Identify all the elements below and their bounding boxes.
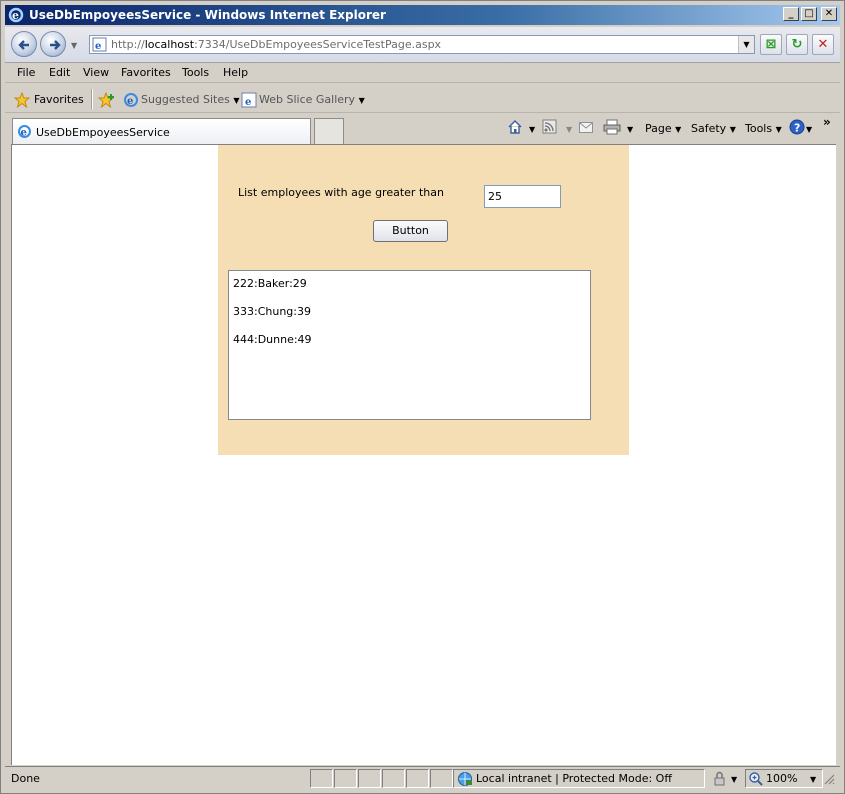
web-slice-icon: e — [241, 92, 257, 108]
menu-tools[interactable]: Tools — [182, 66, 209, 79]
forward-button[interactable] — [40, 31, 66, 57]
svg-text:e: e — [12, 9, 19, 22]
age-input[interactable] — [484, 185, 561, 208]
page-icon: e — [92, 37, 107, 52]
tab-label: UseDbEmpoyeesService — [36, 126, 170, 139]
popup-blocker-icon[interactable] — [711, 771, 727, 787]
favorites-bar: Favorites e Suggested Sites ▼ e Web Slic… — [5, 85, 840, 113]
menu-edit[interactable]: Edit — [49, 66, 70, 79]
menu-view[interactable]: View — [83, 66, 109, 79]
menu-help[interactable]: Help — [223, 66, 248, 79]
status-pane — [430, 769, 453, 788]
chevron-more-icon[interactable]: » — [823, 115, 831, 129]
favorites-separator — [91, 89, 93, 109]
zoom-dropdown-icon[interactable]: ▼ — [810, 775, 816, 784]
status-pane — [334, 769, 357, 788]
address-dropdown-icon[interactable]: ▼ — [738, 36, 754, 53]
tab-ie-icon: e — [18, 125, 31, 139]
tab-row: e UseDbEmpoyeesService ▼ ▼ ▼ Page ▼ Safe… — [5, 114, 840, 144]
feeds-dropdown-icon[interactable]: ▼ — [566, 125, 572, 134]
favorites-star-icon — [14, 92, 30, 108]
security-zone-text: Local intranet | Protected Mode: Off — [476, 772, 672, 785]
stop-icon[interactable]: ✕ — [812, 34, 834, 55]
status-bar: Done Local intranet | Protected Mode: Of… — [5, 766, 840, 790]
status-pane — [382, 769, 405, 788]
maximize-button[interactable]: □ — [801, 7, 817, 21]
svg-text:e: e — [127, 96, 133, 107]
menu-bar: File Edit View Favorites Tools Help — [5, 63, 840, 83]
page-viewport: List employees with age greater than But… — [11, 144, 836, 765]
home-dropdown-icon[interactable]: ▼ — [529, 125, 535, 134]
address-url: http://localhost:7334/UseDbEmpoyeesServi… — [111, 38, 442, 51]
new-tab-button[interactable] — [314, 118, 344, 144]
tab-usedbempoyeesservice[interactable]: e UseDbEmpoyeesService — [12, 118, 311, 144]
ie-logo-icon: e — [8, 7, 24, 23]
close-window-button[interactable]: ✕ — [821, 7, 837, 21]
browser-window: e UseDbEmpoyeesService - Windows Interne… — [0, 0, 845, 794]
list-item[interactable]: 222:Baker:29 — [233, 277, 307, 290]
forward-arrow-icon — [50, 40, 61, 50]
back-button[interactable] — [11, 31, 37, 57]
web-slice-gallery-link[interactable]: Web Slice Gallery ▼ — [259, 93, 365, 106]
intranet-globe-icon — [458, 772, 472, 786]
svg-text:e: e — [95, 41, 101, 52]
list-employees-button[interactable]: Button — [373, 220, 448, 242]
security-zone[interactable]: Local intranet | Protected Mode: Off — [453, 769, 705, 788]
status-pane — [358, 769, 381, 788]
zoom-icon — [749, 772, 763, 786]
navigation-bar: ▼ e http://localhost:7334/UseDbEmpoyeesS… — [5, 27, 840, 63]
zoom-level: 100% — [766, 772, 798, 785]
address-field[interactable]: e http://localhost:7334/UseDbEmpoyeesSer… — [89, 35, 755, 54]
read-mail-icon[interactable] — [579, 122, 593, 133]
svg-text:e: e — [245, 97, 251, 108]
svg-text:?: ? — [794, 122, 800, 135]
window-controls: _ □ ✕ — [783, 7, 837, 21]
zoom-control[interactable]: 100% ▼ — [745, 769, 823, 788]
svg-text:e: e — [21, 128, 27, 139]
silverlight-app-panel: List employees with age greater than But… — [218, 145, 629, 455]
list-item[interactable]: 333:Chung:39 — [233, 305, 311, 318]
window-title: UseDbEmpoyeesService - Windows Internet … — [29, 8, 386, 22]
compatibility-view-icon[interactable]: ⊠ — [760, 34, 782, 55]
results-listbox[interactable]: 222:Baker:29 333:Chung:39 444:Dunne:49 — [228, 270, 591, 420]
list-item[interactable]: 444:Dunne:49 — [233, 333, 312, 346]
safety-menu[interactable]: Safety ▼ — [691, 122, 736, 135]
minimize-button[interactable]: _ — [783, 7, 799, 21]
favorites-button[interactable]: Favorites — [34, 93, 84, 106]
back-arrow-icon — [18, 40, 29, 50]
status-text: Done — [11, 772, 40, 785]
status-pane — [406, 769, 429, 788]
menu-file[interactable]: File — [17, 66, 35, 79]
menu-favorites[interactable]: Favorites — [121, 66, 171, 79]
tools-menu[interactable]: Tools ▼ — [745, 122, 782, 135]
refresh-icon[interactable]: ↻ — [786, 34, 808, 55]
help-dropdown-icon[interactable]: ▼ — [806, 125, 812, 134]
popup-dropdown-icon[interactable]: ▼ — [731, 775, 737, 784]
feeds-icon[interactable] — [542, 119, 557, 134]
resize-grip-icon[interactable] — [823, 773, 835, 785]
help-icon[interactable]: ? — [789, 119, 805, 135]
recent-pages-dropdown-icon[interactable]: ▼ — [71, 41, 77, 50]
print-icon[interactable] — [603, 119, 621, 135]
suggested-sites-icon: e — [124, 93, 138, 107]
home-icon[interactable] — [507, 119, 523, 135]
age-prompt-label: List employees with age greater than — [238, 186, 444, 199]
title-bar[interactable]: e UseDbEmpoyeesService - Windows Interne… — [5, 5, 840, 25]
suggested-sites-link[interactable]: Suggested Sites ▼ — [141, 93, 239, 106]
print-dropdown-icon[interactable]: ▼ — [627, 125, 633, 134]
status-pane — [310, 769, 333, 788]
page-menu[interactable]: Page ▼ — [645, 122, 681, 135]
add-favorite-icon[interactable] — [98, 92, 116, 108]
